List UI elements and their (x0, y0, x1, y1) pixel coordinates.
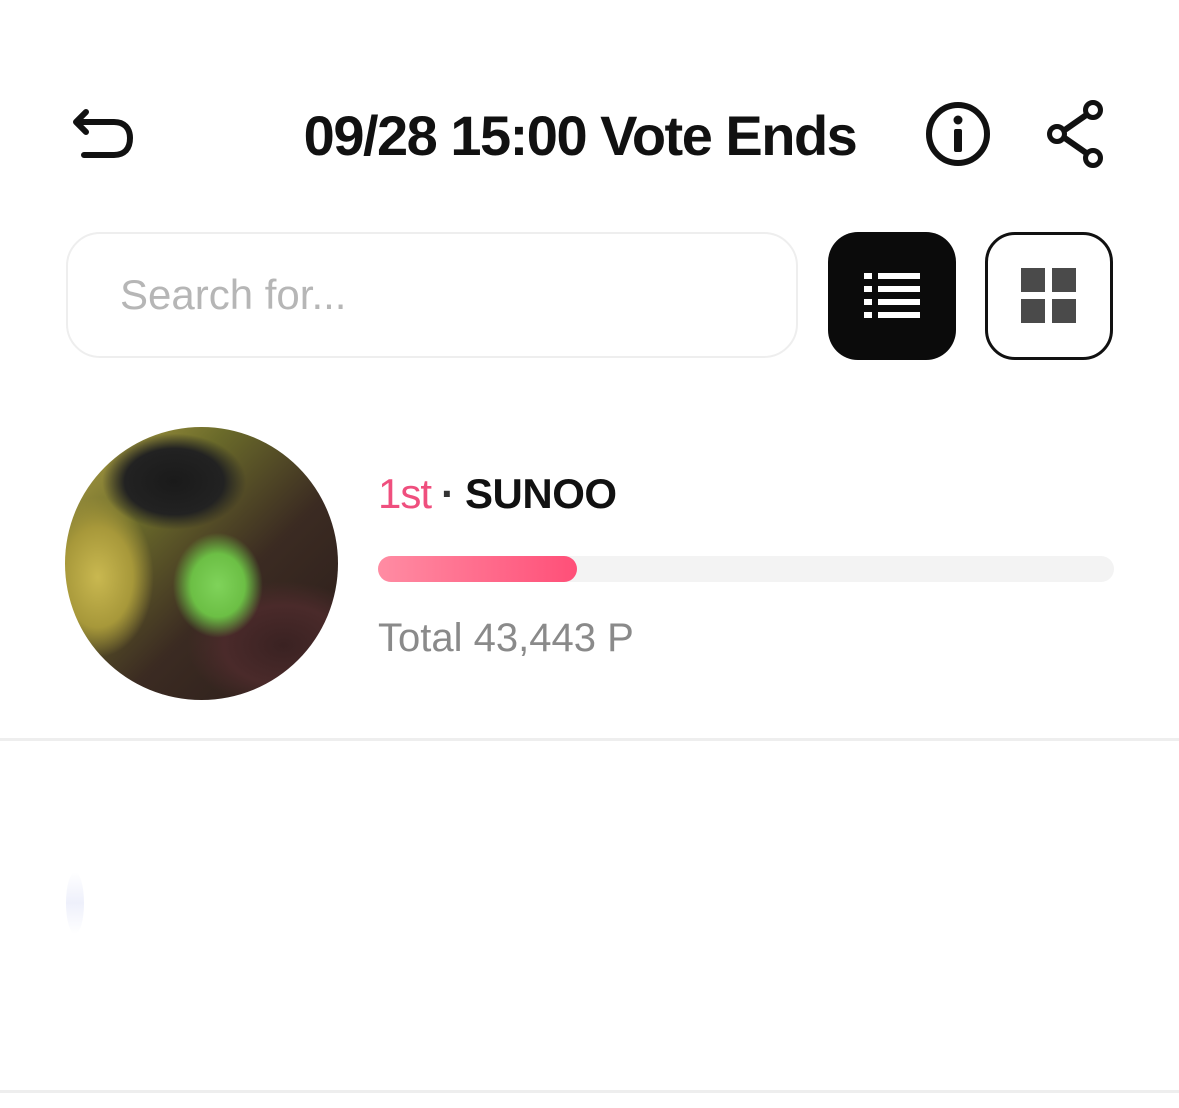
list-view-button[interactable] (828, 232, 956, 360)
rank-line: 1st · SUNOO (378, 468, 617, 520)
rank-label: 1st (378, 470, 432, 517)
total-points: Total 43,443 P (378, 616, 634, 660)
vote-end-title: 09/28 15:00 Vote Ends (303, 103, 858, 167)
empty-list-row (0, 741, 1179, 1090)
candidate-avatar (65, 427, 338, 700)
grid-view-icon (1021, 268, 1076, 323)
search-box[interactable] (66, 232, 798, 358)
top-bar: 09/28 15:00 Vote Ends (0, 60, 1179, 210)
row-divider-bottom (0, 1090, 1179, 1093)
search-input[interactable] (120, 234, 760, 356)
vote-progress-track (378, 556, 1114, 582)
grid-view-button[interactable] (985, 232, 1113, 360)
info-circle-icon (926, 102, 990, 166)
share-icon (1047, 100, 1103, 168)
list-view-icon (864, 273, 920, 318)
undo-arrow-icon (73, 109, 133, 158)
candidate-row[interactable]: 1st · SUNOO Total 43,443 P (0, 420, 1179, 738)
vote-progress-fill (378, 556, 577, 582)
info-button[interactable] (920, 96, 996, 172)
share-button[interactable] (1036, 96, 1116, 172)
candidate-name: SUNOO (465, 470, 617, 517)
rank-separator: · (441, 470, 456, 517)
back-button[interactable] (62, 96, 146, 172)
loading-placeholder (66, 872, 84, 934)
